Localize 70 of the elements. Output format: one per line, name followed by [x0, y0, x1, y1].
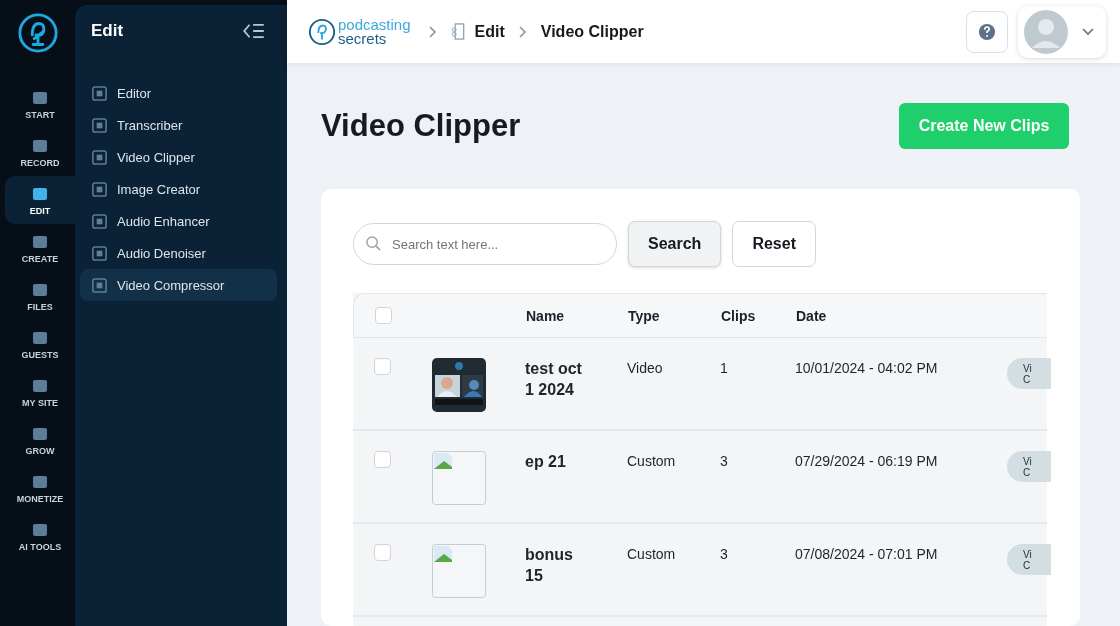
avatar-icon	[1024, 9, 1068, 54]
podcast-logo-icon[interactable]	[16, 12, 59, 54]
document-icon	[450, 23, 465, 40]
broken-image-icon	[432, 544, 486, 598]
rail-nav-item[interactable]: EDIT	[5, 176, 75, 224]
logo-text: podcasting	[338, 17, 411, 32]
tool-icon	[91, 84, 108, 102]
table-cell-text: Custom	[627, 452, 677, 471]
reset-button[interactable]: Reset	[732, 221, 816, 267]
logo-text: secrets	[338, 31, 387, 46]
menu-item[interactable]: Editor	[80, 77, 277, 109]
collapse-menu-icon[interactable]	[243, 23, 265, 39]
table-cell-text: 3	[720, 545, 729, 564]
search-field[interactable]: Search text here...	[353, 223, 617, 265]
table-cell-text: 3	[720, 452, 729, 471]
row-checkbox[interactable]	[374, 358, 391, 375]
row-action-button[interactable]: Vi C	[1007, 358, 1051, 389]
row-action-button[interactable]: Vi C	[1007, 451, 1051, 482]
rail-nav-item[interactable]: CREATE	[5, 224, 75, 272]
table-cell-text: Video	[627, 359, 664, 378]
row-checkbox[interactable]	[374, 451, 391, 468]
rail-nav-item[interactable]: GUESTS	[5, 320, 75, 368]
rail-nav-item[interactable]: MY SITE	[5, 368, 75, 416]
tool-icon	[91, 148, 108, 166]
tool-icon	[91, 116, 108, 134]
column-header: Date	[796, 307, 828, 324]
table-cell-text: 1	[720, 359, 729, 378]
chevron-right-icon	[518, 25, 527, 38]
menu-item[interactable]: Video Compressor	[80, 269, 277, 301]
table-cell-text: Custom	[627, 545, 677, 564]
breadcrumb-current: Video Clipper	[540, 22, 644, 41]
tool-icon	[91, 212, 108, 230]
menu-item[interactable]: Audio Denoiser	[80, 237, 277, 269]
rail-nav-item[interactable]: MONETIZE	[5, 464, 75, 512]
select-all-checkbox[interactable]	[375, 307, 392, 324]
table-cell-text: ep 21	[525, 452, 567, 472]
rail-nav-item[interactable]: START	[5, 80, 75, 128]
menu-item[interactable]: Transcriber	[80, 109, 277, 141]
help-button[interactable]	[966, 10, 1008, 53]
panel-title: Edit	[91, 21, 124, 41]
menu-item[interactable]: Image Creator	[80, 173, 277, 205]
column-header: Clips	[721, 307, 757, 324]
menu-item[interactable]: Audio Enhancer	[80, 205, 277, 237]
rail-nav-item[interactable]: GROW	[5, 416, 75, 464]
column-header: Type	[628, 307, 661, 324]
breadcrumb-link[interactable]: Edit	[474, 22, 505, 41]
user-menu-button[interactable]	[1018, 5, 1106, 58]
chevron-down-icon	[1082, 27, 1094, 36]
menu-item[interactable]: Video Clipper	[80, 141, 277, 173]
tool-icon	[91, 244, 108, 262]
table-cell-text: 10/01/2024 - 04:02 PM	[795, 359, 939, 378]
rail-nav-item[interactable]: AI TOOLS	[5, 512, 75, 560]
row-checkbox[interactable]	[374, 544, 391, 561]
broken-image-icon	[432, 451, 486, 505]
table-cell-text: 07/08/2024 - 07:01 PM	[795, 545, 939, 564]
row-action-button[interactable]: Vi C	[1007, 544, 1051, 575]
tool-icon	[91, 180, 108, 198]
search-button[interactable]: Search	[628, 221, 722, 267]
column-header: Name	[526, 307, 566, 324]
table-cell-text: test oct 1 2024	[525, 359, 583, 400]
rail-nav-item[interactable]: FILES	[5, 272, 75, 320]
podcast-logo-icon	[308, 17, 336, 46]
tool-icon	[91, 276, 108, 294]
page-title: Video Clipper	[321, 108, 521, 144]
help-icon	[978, 22, 996, 41]
table-cell-text: bonus 15	[525, 545, 574, 586]
table-cell-text: 07/29/2024 - 06:19 PM	[795, 452, 939, 471]
search-icon	[365, 235, 382, 252]
rail-nav-item[interactable]: RECORD	[5, 128, 75, 176]
chevron-right-icon	[428, 25, 437, 38]
